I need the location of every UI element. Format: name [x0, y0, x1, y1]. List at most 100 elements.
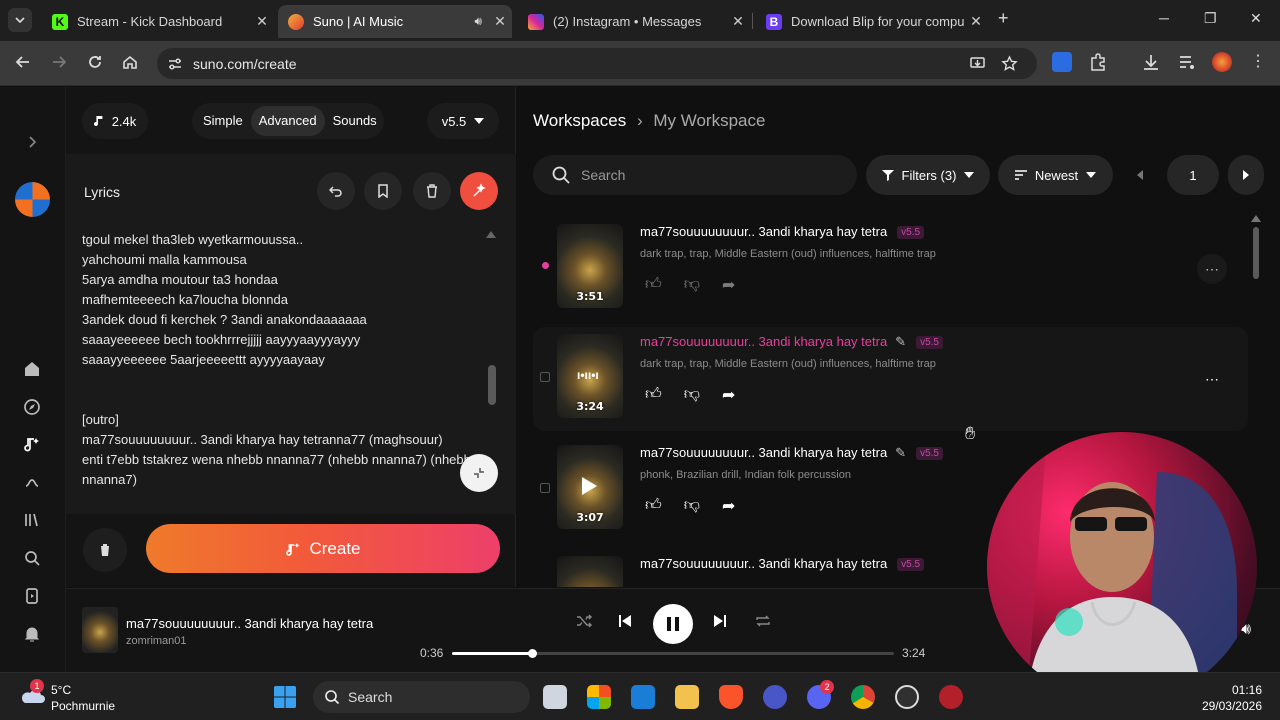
system-clock[interactable]: 01:16 29/03/2026	[1202, 682, 1262, 714]
window-close-button[interactable]: ✕	[1250, 10, 1262, 27]
lyrics-textarea[interactable]: tgoul mekel tha3leb wyetkarmouussa.. yah…	[82, 230, 472, 500]
bitwarden-icon[interactable]	[1052, 52, 1072, 72]
share-icon[interactable]: ➦	[722, 385, 735, 405]
search-icon[interactable]	[22, 548, 42, 568]
tab-suno[interactable]: Suno | AI Music 🔊︎ ✕	[278, 5, 512, 38]
like-icon[interactable]: 👍︎	[645, 496, 662, 516]
shuffle-icon[interactable]	[576, 613, 592, 629]
now-playing-artist[interactable]: zomriman01	[126, 635, 187, 647]
select-checkbox[interactable]	[540, 372, 550, 382]
more-menu-icon[interactable]: ⋮	[1250, 51, 1266, 71]
mode-advanced[interactable]: Advanced	[250, 106, 325, 136]
chevron-right-icon[interactable]	[22, 132, 42, 152]
song-row[interactable]: 3:51 ma77souuuuuuuur.. 3andi kharya hay …	[533, 217, 1248, 321]
more-options-icon[interactable]: ⋯	[1197, 364, 1227, 394]
share-icon[interactable]: ➦	[722, 496, 735, 516]
save-lyrics-button[interactable]	[364, 172, 402, 210]
extensions-icon[interactable]	[1088, 52, 1108, 72]
restore-button[interactable]: ❐	[1204, 10, 1217, 27]
brave-icon[interactable]	[719, 685, 743, 709]
bookmark-star-icon[interactable]	[1001, 55, 1018, 72]
clear-all-button[interactable]	[83, 528, 127, 572]
breadcrumb-root[interactable]: Workspaces	[533, 111, 626, 130]
create-button[interactable]: Create	[146, 524, 500, 573]
back-arrow-icon[interactable]	[14, 53, 32, 71]
app-icon[interactable]	[939, 685, 963, 709]
studio-icon[interactable]	[22, 472, 42, 492]
song-cover[interactable]: 3:07	[557, 445, 623, 529]
address-bar[interactable]: suno.com/create	[157, 48, 1037, 79]
media-control-icon[interactable]	[1177, 52, 1197, 72]
explore-compass-icon[interactable]	[22, 397, 42, 417]
minimize-button[interactable]: ─	[1159, 10, 1169, 26]
scroll-up-icon[interactable]	[486, 231, 496, 238]
notifications-bell-icon[interactable]	[22, 624, 42, 644]
user-avatar[interactable]	[15, 182, 50, 217]
now-playing-cover[interactable]	[82, 607, 118, 653]
credits-pill[interactable]: 2.4k	[82, 103, 148, 139]
collapse-lyrics-button[interactable]	[460, 454, 498, 492]
song-title[interactable]: ma77souuuuuuuur.. 3andi kharya hay tetra	[640, 334, 887, 349]
mode-simple[interactable]: Simple	[195, 106, 251, 136]
app-icon[interactable]	[763, 685, 787, 709]
taskbar-search[interactable]: Search	[313, 681, 530, 713]
previous-track-icon[interactable]	[617, 613, 633, 629]
generate-lyrics-button[interactable]	[460, 172, 498, 210]
tab-blip[interactable]: B Download Blip for your comput ✕	[756, 5, 988, 38]
chrome-icon[interactable]	[851, 685, 875, 709]
create-music-icon[interactable]	[22, 435, 42, 455]
forward-arrow-icon[interactable]	[50, 53, 68, 71]
song-title[interactable]: ma77souuuuuuuur.. 3andi kharya hay tetra	[640, 224, 887, 239]
page-number[interactable]: 1	[1167, 155, 1219, 195]
undo-button[interactable]	[317, 172, 355, 210]
song-row[interactable]: ı•ıı•ı 3:24 ma77souuuuuuuur.. 3andi khar…	[533, 327, 1248, 431]
workspace-scrollbar[interactable]	[1253, 227, 1259, 279]
song-title[interactable]: ma77souuuuuuuur.. 3andi kharya hay tetra	[640, 445, 887, 460]
select-checkbox[interactable]	[540, 483, 550, 493]
tab-search-button[interactable]	[8, 8, 32, 32]
download-icon[interactable]	[1141, 52, 1161, 72]
progress-bar[interactable]	[452, 649, 894, 658]
speaker-icon[interactable]: 🔊︎	[474, 14, 482, 29]
weather-widget[interactable]: 1	[18, 679, 46, 709]
more-options-icon[interactable]: ⋯	[1197, 254, 1227, 284]
song-cover[interactable]: ı•ıı•ı 3:24	[557, 334, 623, 418]
edit-pencil-icon[interactable]: ✎	[895, 334, 906, 349]
mode-sounds[interactable]: Sounds	[325, 106, 385, 136]
now-playing-title[interactable]: ma77souuuuuuuur.. 3andi kharya hay tetra	[126, 616, 373, 631]
windows-start-icon[interactable]	[273, 685, 297, 709]
task-view-icon[interactable]	[543, 685, 567, 709]
prev-page-button[interactable]	[1123, 155, 1157, 195]
dislike-icon[interactable]: 👎︎	[684, 496, 700, 516]
next-page-button[interactable]	[1228, 155, 1264, 195]
close-icon[interactable]: ✕	[488, 13, 512, 30]
profile-avatar[interactable]	[1212, 52, 1232, 72]
obs-icon[interactable]	[895, 685, 919, 709]
hooks-icon[interactable]	[22, 586, 42, 606]
clear-lyrics-button[interactable]	[413, 172, 451, 210]
new-tab-button[interactable]: +	[998, 8, 1009, 29]
close-icon[interactable]: ✕	[964, 13, 988, 30]
microsoft-store-icon[interactable]	[631, 685, 655, 709]
next-track-icon[interactable]	[712, 613, 728, 629]
edit-pencil-icon[interactable]: ✎	[895, 445, 906, 460]
filters-button[interactable]: Filters (3)	[866, 155, 990, 195]
library-icon[interactable]	[22, 510, 42, 530]
progress-handle[interactable]	[527, 649, 537, 658]
share-icon[interactable]: ➦	[722, 275, 735, 295]
close-icon[interactable]: ✕	[726, 13, 750, 30]
repeat-icon[interactable]	[755, 613, 771, 629]
close-icon[interactable]: ✕	[250, 13, 274, 30]
song-cover[interactable]: 3:51	[557, 224, 623, 308]
song-title[interactable]: ma77souuuuuuuur.. 3andi kharya hay tetra	[640, 556, 887, 571]
site-settings-icon[interactable]	[167, 56, 183, 72]
model-version-select[interactable]: v5.5	[427, 103, 499, 139]
dislike-icon[interactable]: 👎︎	[684, 385, 700, 405]
home-icon[interactable]	[121, 53, 139, 71]
discord-icon[interactable]: 2	[807, 680, 834, 709]
file-explorer-icon[interactable]	[675, 685, 699, 709]
sort-button[interactable]: Newest	[998, 155, 1113, 195]
workspace-search[interactable]: Search	[533, 155, 857, 195]
reload-icon[interactable]	[86, 53, 104, 71]
install-app-icon[interactable]	[969, 55, 986, 72]
